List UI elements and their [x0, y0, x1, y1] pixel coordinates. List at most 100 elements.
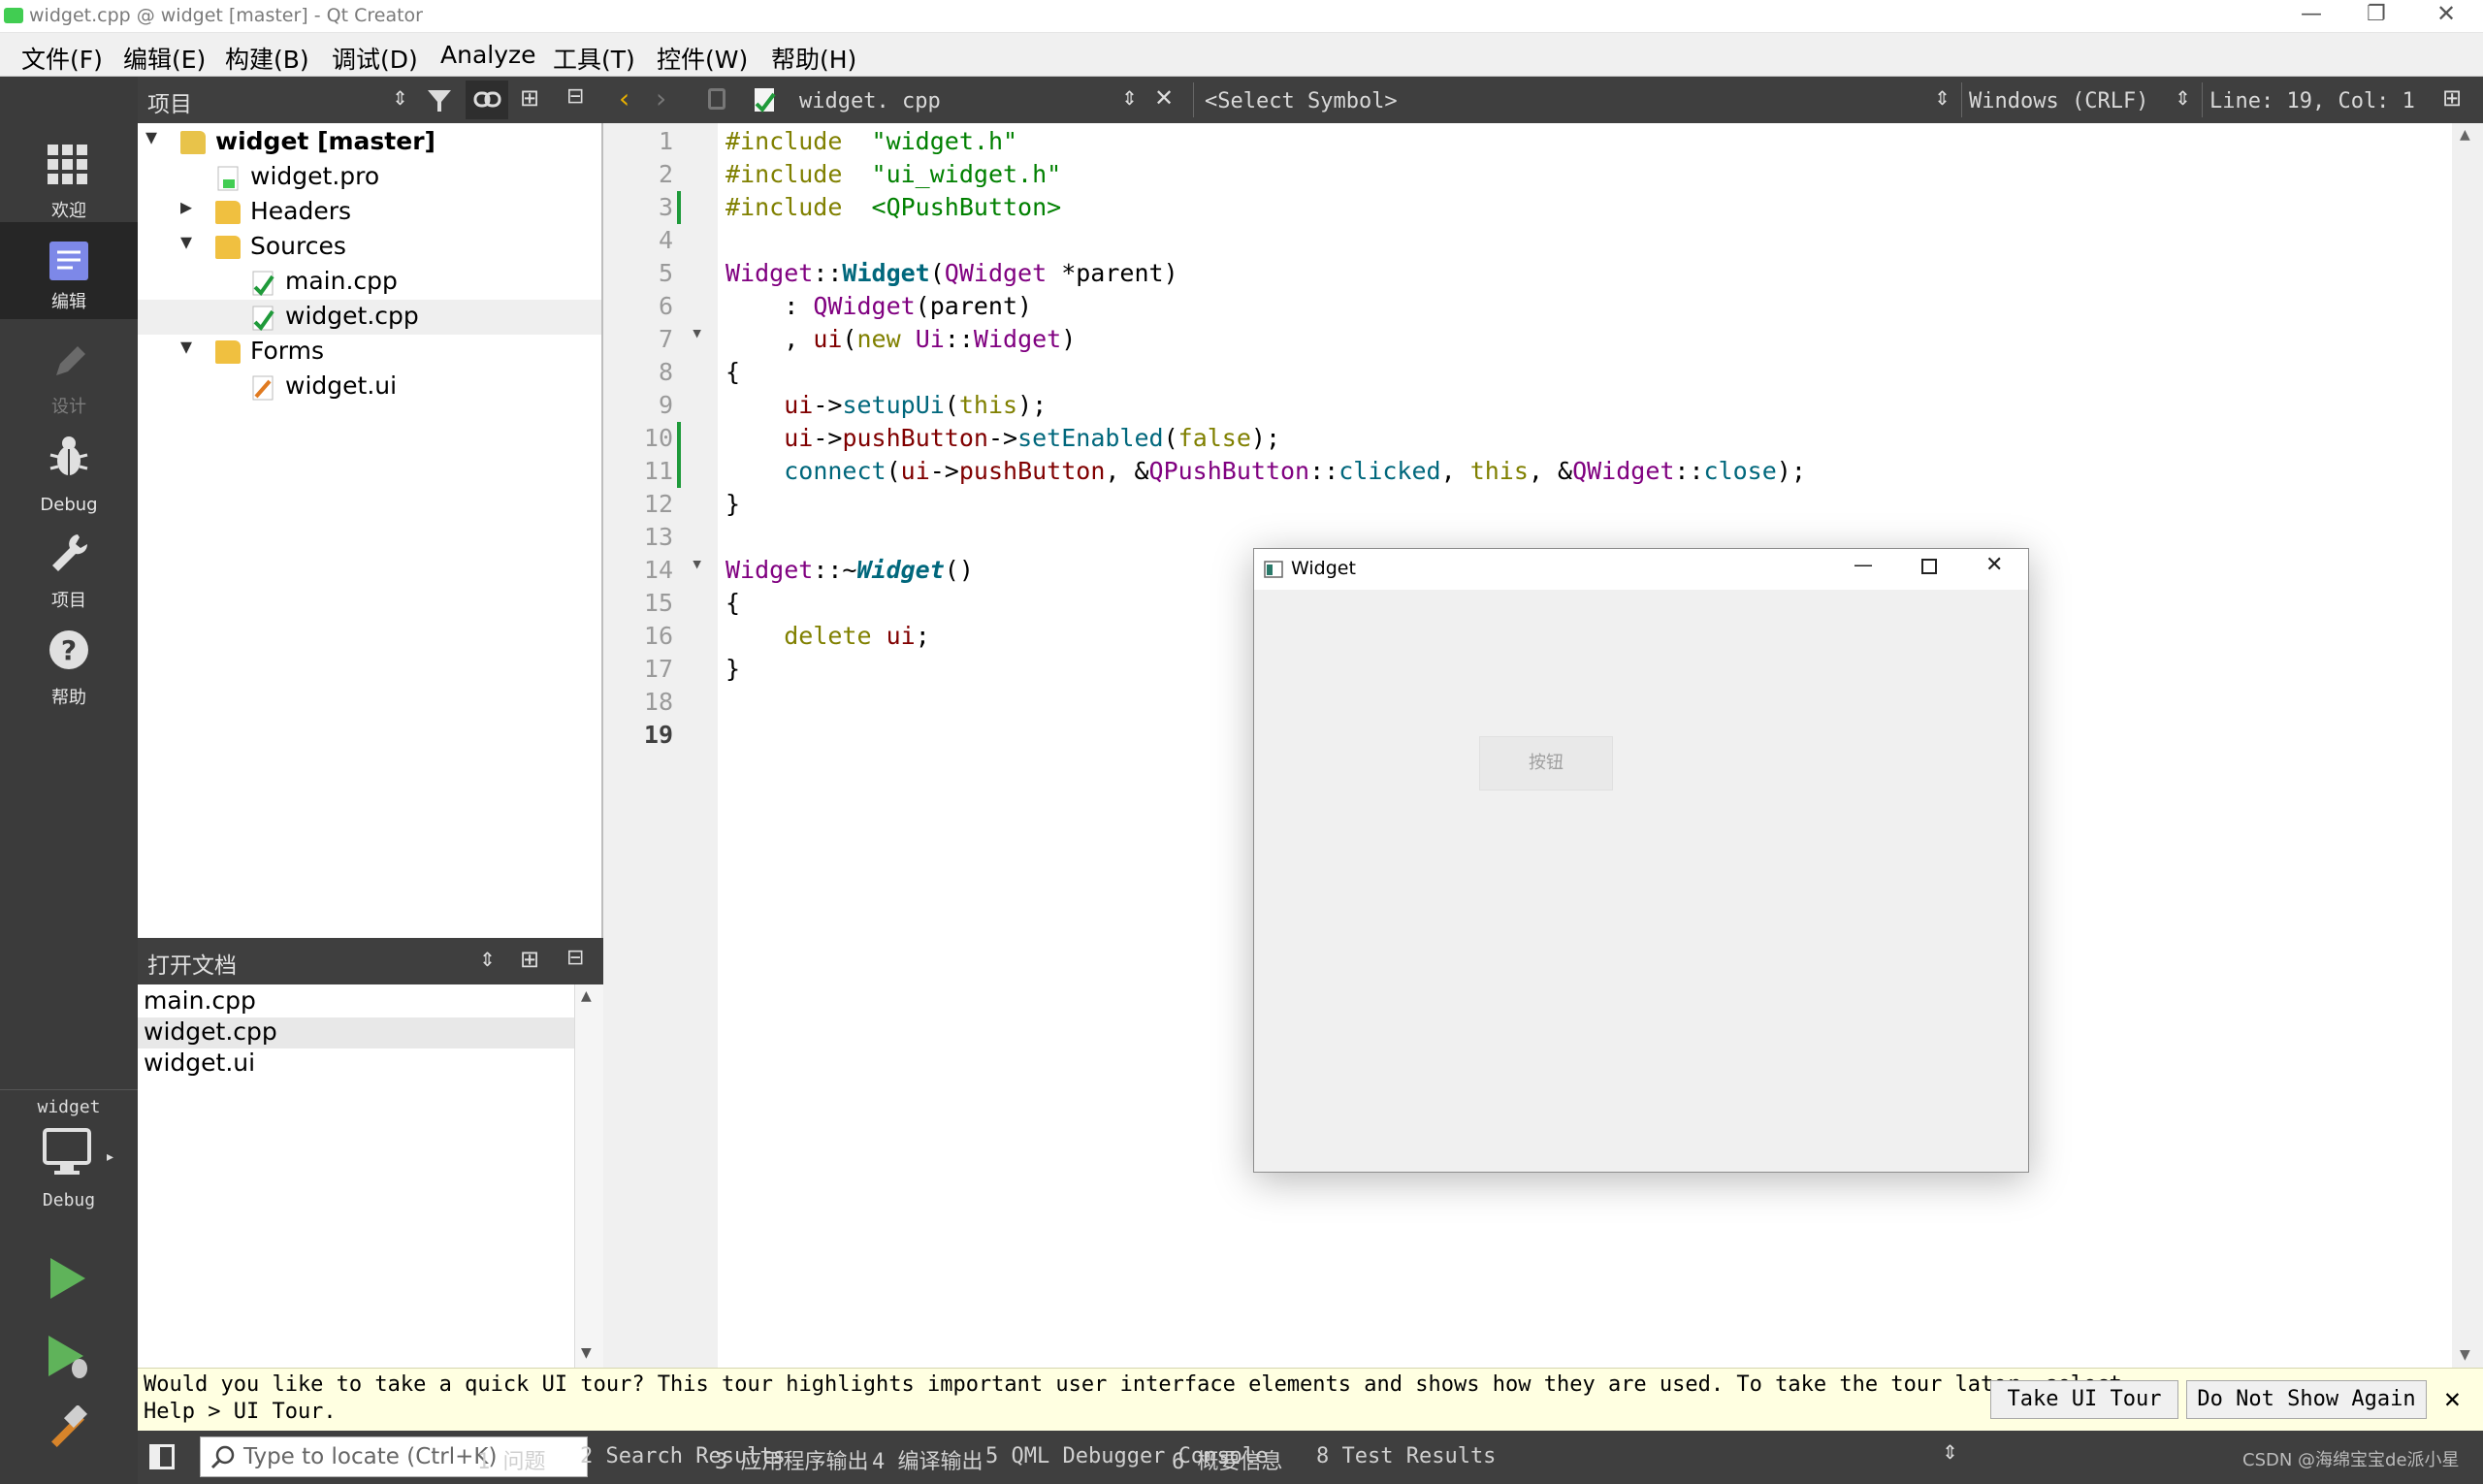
play-icon: [50, 1258, 85, 1299]
close-file-icon[interactable]: ✕: [1154, 84, 1174, 112]
close-icon[interactable]: ✕: [1985, 553, 2003, 577]
document-icon: [49, 242, 88, 280]
menu-tools[interactable]: 工具(T): [553, 41, 635, 76]
mode-label: 项目: [51, 591, 86, 611]
maximize-icon[interactable]: [1921, 559, 1937, 574]
toggle-sidebar-icon[interactable]: [149, 1444, 175, 1469]
chevron-down-icon[interactable]: ▾: [180, 228, 192, 255]
tree-item[interactable]: ▾ Forms: [138, 333, 601, 370]
minimize-icon[interactable]: —: [1854, 553, 1873, 576]
mode-edit[interactable]: 编辑: [0, 222, 138, 319]
split-add-icon[interactable]: ⊞: [520, 84, 539, 112]
menu-file[interactable]: 文件(F): [21, 41, 103, 76]
code-token: "widget.h": [871, 127, 1018, 155]
output-pane-button[interactable]: 4 编译输出: [872, 1444, 984, 1475]
headers-folder-icon: [215, 201, 241, 224]
close-panel-icon[interactable]: ⊟: [566, 946, 584, 970]
tree-item[interactable]: widget.ui: [138, 370, 601, 404]
scroll-down-icon[interactable]: ▼: [2460, 1347, 2470, 1363]
mode-projects[interactable]: 项目: [0, 525, 138, 618]
chevron-down-icon[interactable]: ▾: [180, 333, 192, 360]
tree-item[interactable]: main.cpp: [138, 265, 601, 300]
tree-item[interactable]: ▾ Sources: [138, 228, 601, 265]
output-pane-button[interactable]: 3 应用程序输出: [715, 1444, 869, 1475]
menu-build[interactable]: 构建(B): [225, 41, 309, 76]
code-line: #include "ui_widget.h": [726, 158, 1061, 191]
code-token: <QPushButton>: [871, 193, 1062, 221]
close-panel-icon[interactable]: ⊟: [566, 84, 584, 109]
line-number: 14: [643, 556, 673, 584]
open-doc-item[interactable]: widget.ui: [138, 1048, 574, 1080]
editor-scrollbar[interactable]: ▲ ▼: [2452, 123, 2483, 1368]
sync-link-button[interactable]: [466, 81, 508, 119]
restore-icon[interactable]: ❐: [2367, 2, 2386, 26]
forward-arrow-icon[interactable]: ›: [656, 82, 666, 114]
tree-item[interactable]: widget.cpp: [138, 300, 601, 335]
menu-controls[interactable]: 控件(W): [657, 41, 748, 76]
file-select-arrows-icon[interactable]: ⇕: [1121, 86, 1138, 110]
mode-help[interactable]: ? 帮助: [0, 622, 138, 715]
open-doc-item[interactable]: main.cpp: [138, 986, 574, 1017]
scroll-down-icon[interactable]: ▼: [581, 1345, 592, 1361]
symbol-select-arrows-icon[interactable]: ⇕: [1934, 86, 1951, 110]
chevron-right-icon[interactable]: ▸: [180, 193, 192, 220]
ui-tour-infobar: Would you like to take a quick UI tour? …: [138, 1368, 2483, 1431]
cursor-position[interactable]: Line: 19, Col: 1: [2209, 89, 2415, 113]
menu-analyze[interactable]: Analyze: [440, 41, 536, 69]
output-pane-button[interactable]: 6 概要信息: [1172, 1444, 1283, 1475]
kit-selector[interactable]: ▸ Debug: [0, 1124, 138, 1221]
scroll-up-icon[interactable]: ▲: [581, 988, 592, 1004]
tree-item[interactable]: ▾ widget [master]: [138, 123, 601, 160]
push-button-disabled[interactable]: 按钮: [1479, 736, 1613, 790]
fold-arrow-icon[interactable]: ▾: [691, 552, 703, 576]
line-ending-select[interactable]: Windows (CRLF): [1969, 89, 2148, 113]
take-ui-tour-button[interactable]: Take UI Tour: [1990, 1380, 2178, 1419]
menu-edit[interactable]: 编辑(E): [123, 41, 206, 76]
code-line: }: [726, 488, 740, 521]
output-pane-button[interactable]: 1 问题: [477, 1444, 546, 1475]
open-doc-item[interactable]: widget.cpp: [138, 1017, 574, 1048]
mode-welcome[interactable]: 欢迎: [0, 135, 138, 228]
symbol-select[interactable]: <Select Symbol>: [1205, 89, 1398, 113]
divider: [2202, 82, 2203, 117]
split-editor-icon[interactable]: ⊞: [2442, 84, 2462, 112]
current-file-label[interactable]: widget. cpp: [799, 89, 941, 113]
back-arrow-icon[interactable]: ‹: [619, 82, 629, 114]
do-not-show-again-button[interactable]: Do Not Show Again: [2186, 1380, 2427, 1419]
widget-app-window: Widget — ✕ 按钮: [1253, 548, 2029, 1173]
change-marker: [677, 422, 681, 455]
minimize-icon[interactable]: —: [2301, 2, 2322, 26]
panes-arrows-icon[interactable]: ⇕: [1942, 1440, 1958, 1464]
output-pane-button[interactable]: 8 Test Results: [1316, 1444, 1496, 1468]
debug-run-button[interactable]: [47, 1334, 91, 1380]
tree-item[interactable]: ▸ Headers: [138, 193, 601, 230]
close-icon[interactable]: ✕: [2444, 1382, 2461, 1414]
open-docs-scrollbar[interactable]: ▲ ▼: [574, 984, 603, 1368]
menu-help[interactable]: 帮助(H): [771, 41, 856, 76]
chevron-down-icon[interactable]: ▾: [145, 123, 157, 150]
line-number: 15: [643, 589, 673, 617]
fold-arrow-icon[interactable]: ▾: [691, 321, 703, 345]
build-button[interactable]: [43, 1405, 91, 1454]
code-line: Widget::~Widget(): [726, 554, 974, 587]
mode-label: 设计: [51, 397, 86, 417]
view-select-arrows-icon[interactable]: ⇕: [392, 86, 408, 110]
mode-debug[interactable]: Debug: [0, 428, 138, 521]
close-icon[interactable]: ✕: [2436, 0, 2456, 27]
filter-icon[interactable]: [427, 88, 452, 113]
mode-design[interactable]: 设计: [0, 331, 138, 424]
code-token: , &: [1528, 457, 1573, 485]
line-ending-arrows-icon[interactable]: ⇕: [2175, 86, 2191, 110]
split-add-icon[interactable]: ⊞: [520, 946, 539, 973]
run-button[interactable]: [47, 1256, 89, 1301]
view-select-arrows-icon[interactable]: ⇕: [479, 948, 496, 971]
tree-item[interactable]: widget.pro: [138, 160, 601, 195]
code-token: );: [1776, 457, 1806, 485]
code-token: ::~: [813, 556, 857, 584]
scroll-up-icon[interactable]: ▲: [2460, 127, 2470, 143]
project-tree: ▾ widget [master] widget.pro ▸ Headers ▾ Sourc…: [138, 123, 603, 938]
menu-debug[interactable]: 调试(D): [332, 41, 418, 76]
